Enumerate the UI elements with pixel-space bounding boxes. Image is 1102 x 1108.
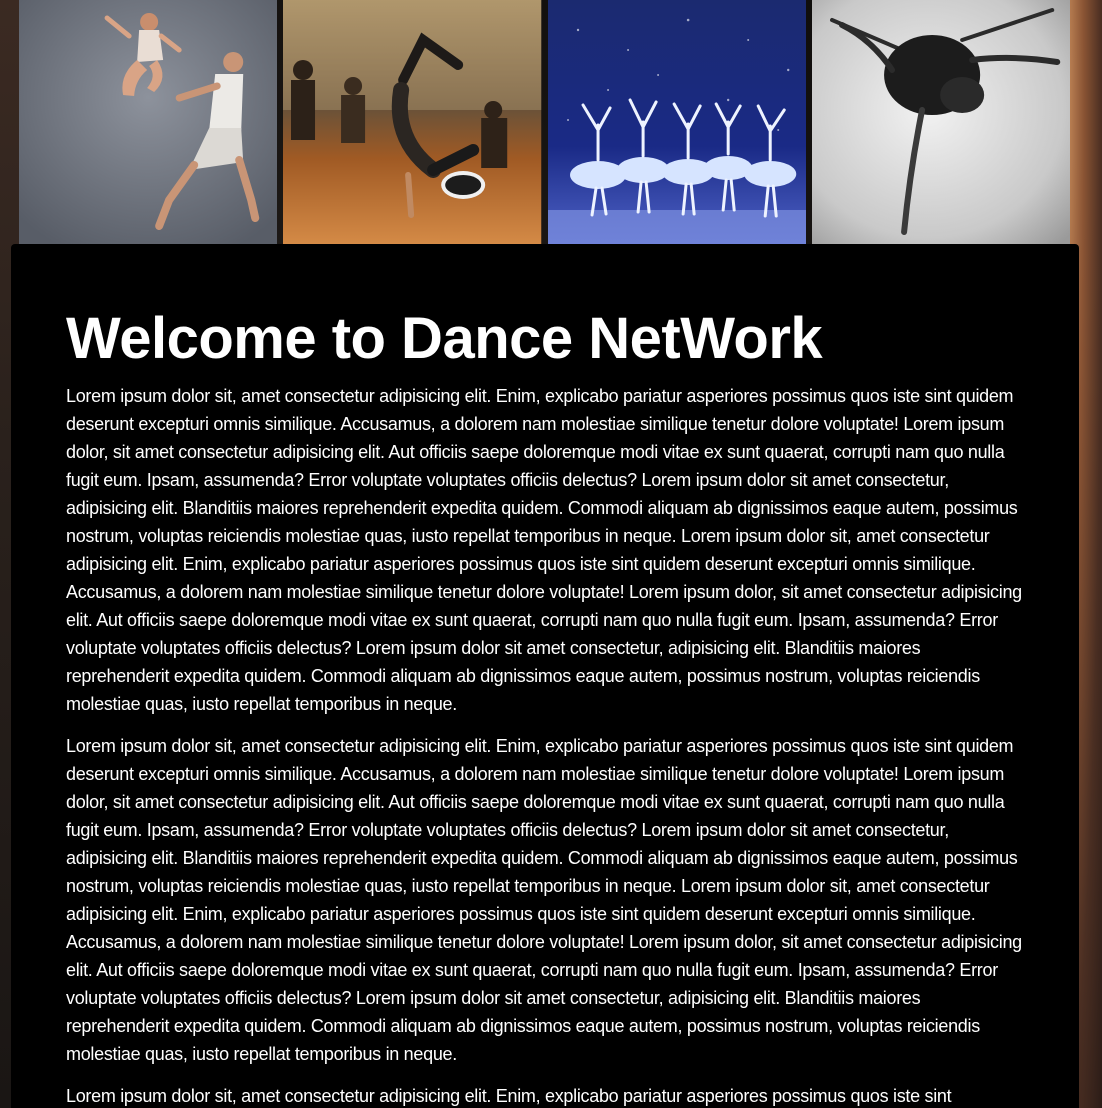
main-content-panel: Welcome to Dance NetWork Lorem ipsum dol… <box>11 244 1079 1108</box>
breakdance-photo <box>283 0 542 244</box>
body-paragraph-3: Lorem ipsum dolor sit, amet consectetur … <box>66 1086 952 1106</box>
body-paragraph-1: Lorem ipsum dolor sit, amet consectetur … <box>66 386 1022 714</box>
photo-banner <box>19 0 1070 244</box>
page-title: Welcome to Dance NetWork <box>66 306 823 371</box>
solo-dancer-photo <box>811 0 1070 244</box>
contemporary-duet-photo <box>19 0 278 244</box>
ballet-ensemble-photo <box>547 0 806 244</box>
body-paragraph-2: Lorem ipsum dolor sit, amet consectetur … <box>66 736 1022 1064</box>
